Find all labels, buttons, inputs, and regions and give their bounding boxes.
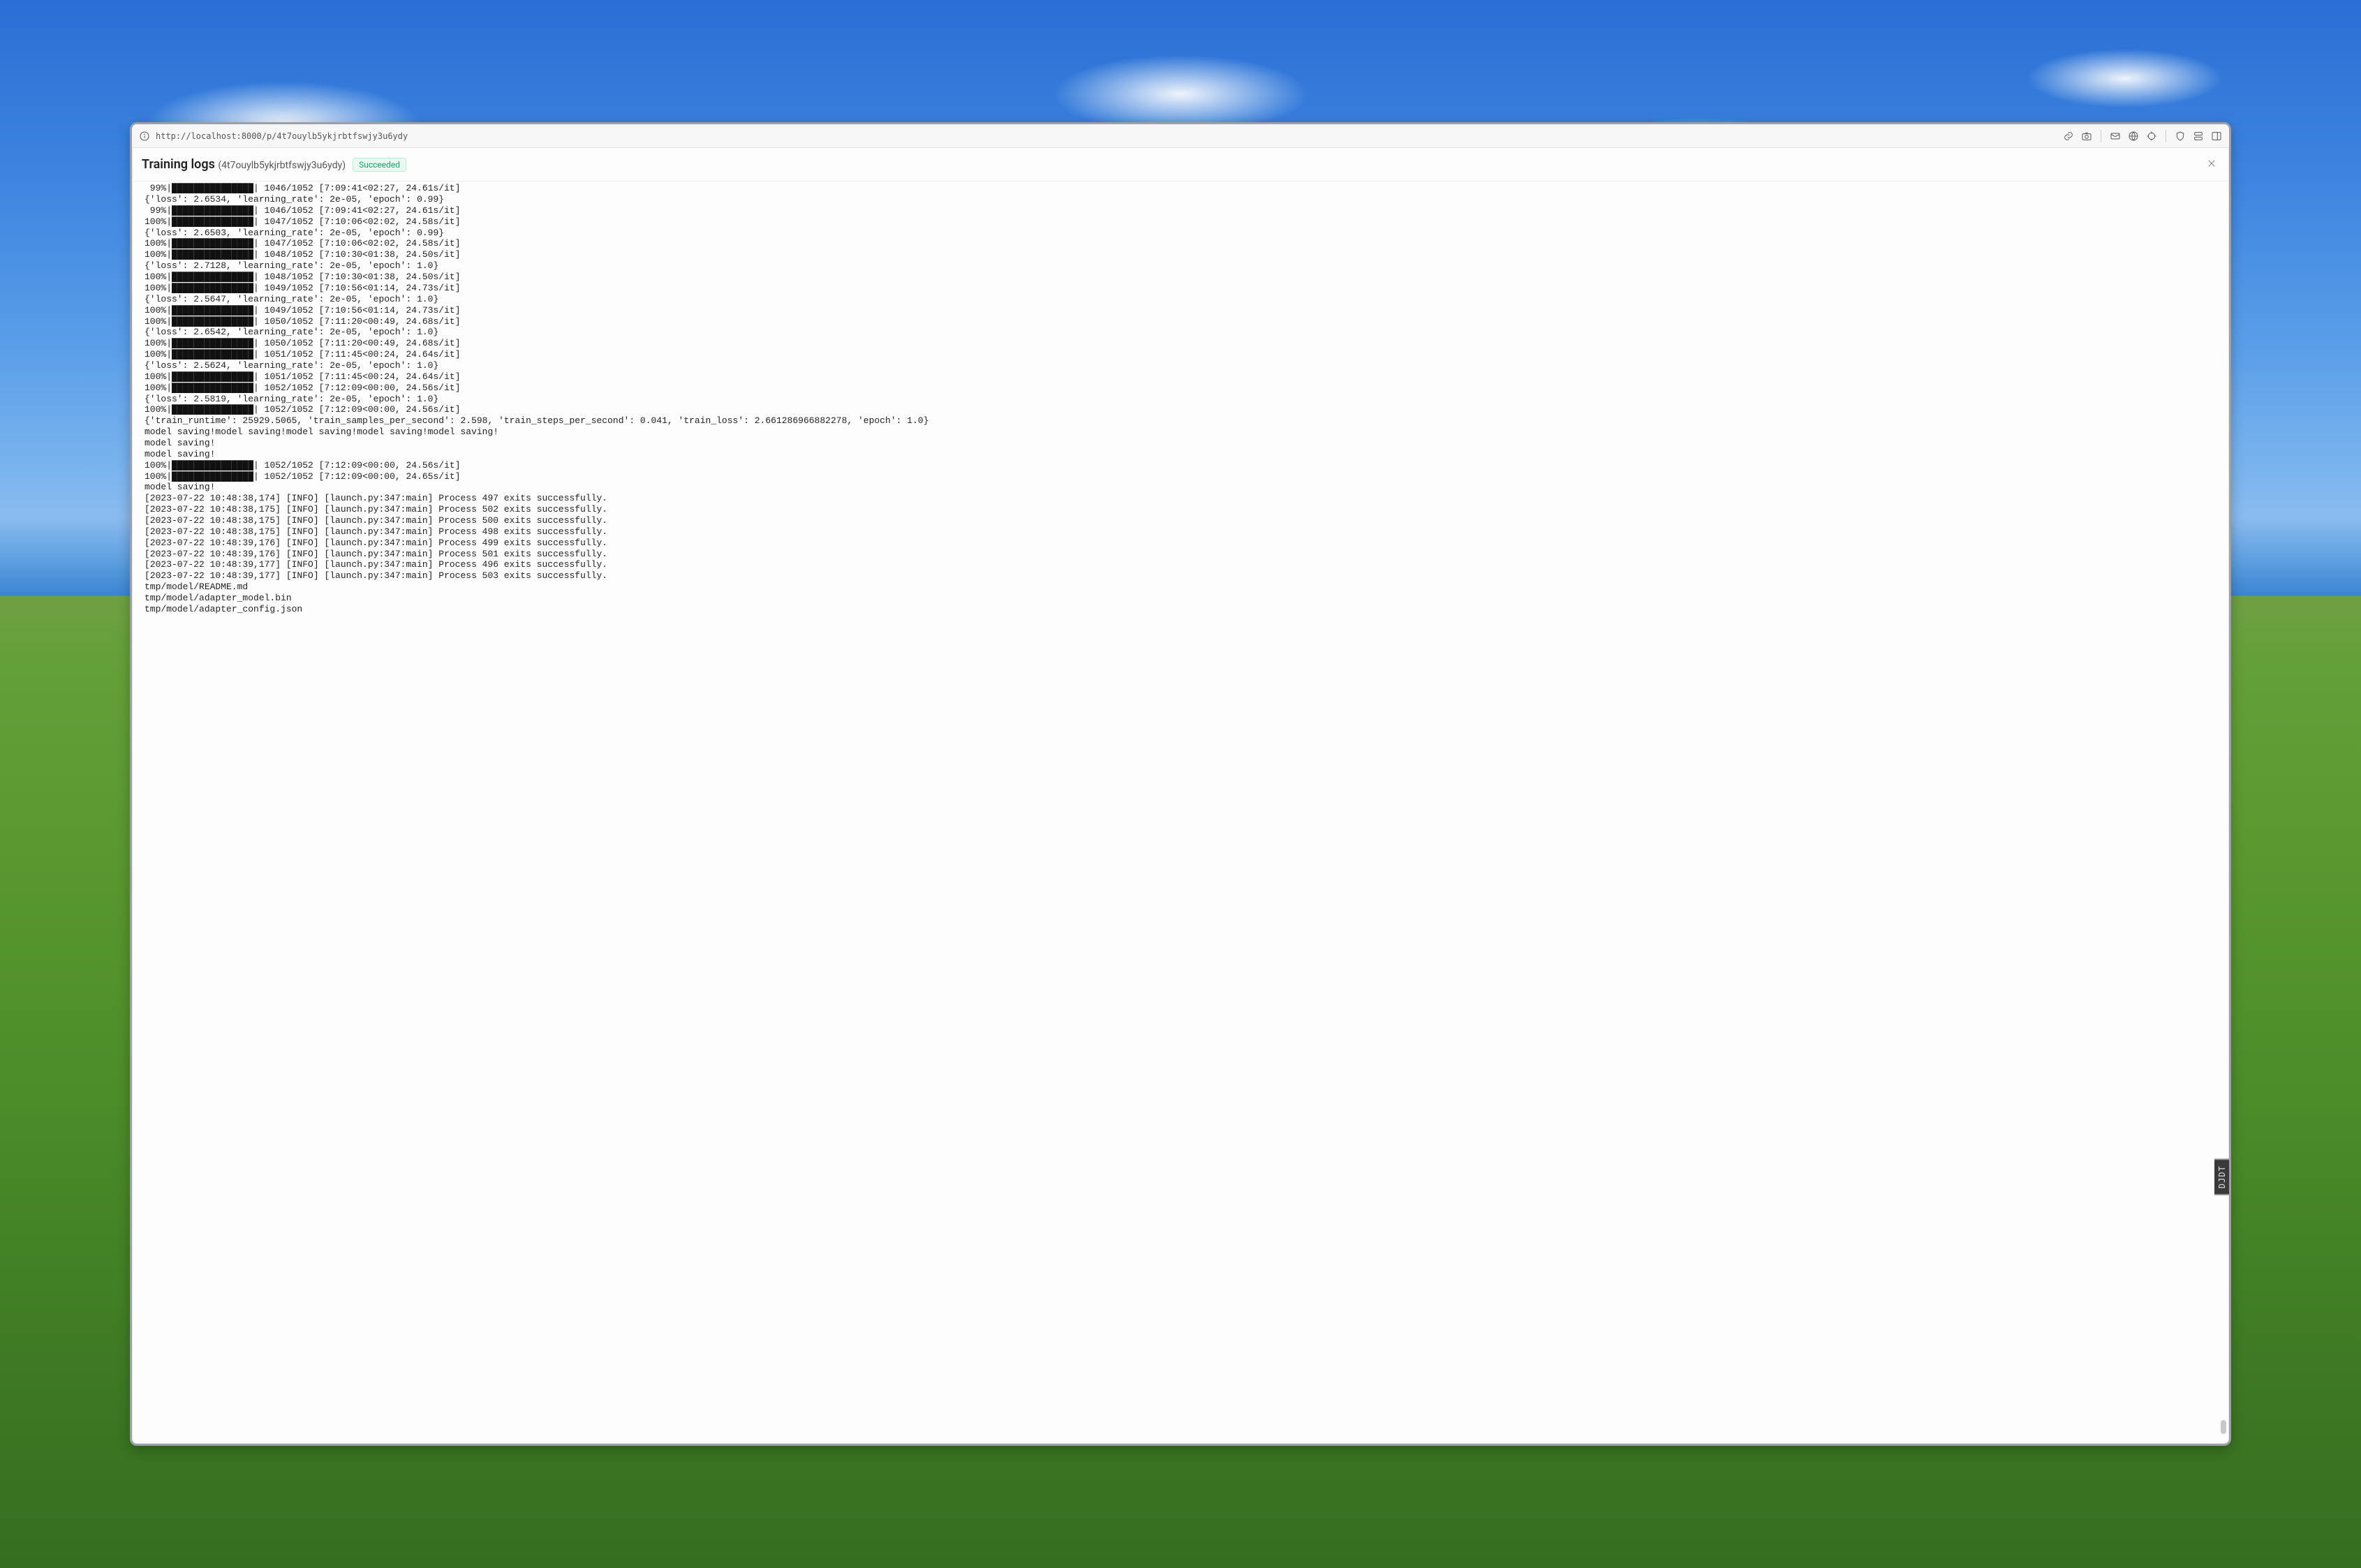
status-badge: Succeeded xyxy=(353,158,406,172)
link-icon[interactable] xyxy=(2063,131,2074,142)
storage-icon[interactable] xyxy=(2193,131,2204,142)
page-title-text: Training logs xyxy=(142,157,215,172)
shield-icon[interactable] xyxy=(2175,131,2186,142)
info-icon[interactable] xyxy=(139,131,150,142)
log-output: 99%|███████████████| 1046/1052 [7:09:41<… xyxy=(145,183,2222,615)
page-subtitle: (4t7ouylb5ykjrbtfswjy3u6ydy) xyxy=(218,160,346,171)
scrollbar-thumb[interactable] xyxy=(2221,1420,2226,1434)
toolbar-icons xyxy=(2063,130,2222,142)
target-icon[interactable] xyxy=(2146,131,2157,142)
page-header: Training logs (4t7ouylb5ykjrbtfswjy3u6yd… xyxy=(132,148,2229,182)
django-debug-toolbar-tab[interactable]: DJDT xyxy=(2214,1159,2231,1196)
address-url[interactable]: http://localhost:8000/p/4t7ouylb5ykjrbtf… xyxy=(156,131,408,141)
close-button[interactable] xyxy=(2204,155,2219,174)
camera-icon[interactable] xyxy=(2081,131,2092,142)
log-viewport[interactable]: 99%|███████████████| 1046/1052 [7:09:41<… xyxy=(132,182,2229,1444)
mail-icon[interactable] xyxy=(2110,131,2121,142)
page-title: Training logs (4t7ouylb5ykjrbtfswjy3u6yd… xyxy=(142,157,346,172)
panel-icon[interactable] xyxy=(2211,131,2222,142)
globe-icon[interactable] xyxy=(2128,131,2139,142)
app-window: http://localhost:8000/p/4t7ouylb5ykjrbtf… xyxy=(130,122,2231,1446)
address-bar: http://localhost:8000/p/4t7ouylb5ykjrbtf… xyxy=(132,124,2229,148)
